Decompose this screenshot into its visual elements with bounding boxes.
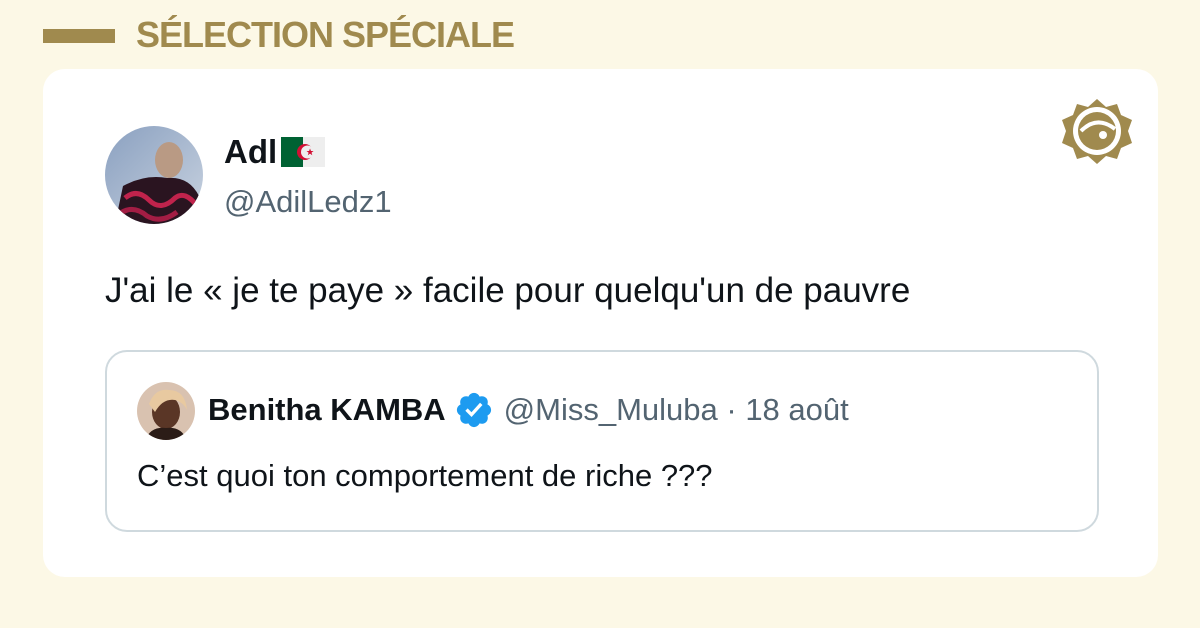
quoted-tweet[interactable]: Benitha KAMBA @Miss_Muluba · 18 août C’e… — [105, 350, 1099, 532]
tweet-card: Adl @AdilLedz1 J'ai le « je te paye » fa… — [43, 69, 1158, 577]
quoted-tweet-text: C’est quoi ton comportement de riche ??? — [137, 458, 713, 493]
tweet-text: J'ai le « je te paye » facile pour quelq… — [105, 271, 911, 310]
algeria-flag-icon — [281, 137, 326, 167]
header-accent-bar — [43, 29, 115, 43]
brand-logo-icon — [1059, 93, 1135, 169]
verified-badge-icon — [456, 392, 491, 428]
quoted-author-avatar[interactable] — [137, 382, 195, 440]
author-handle[interactable]: @AdilLedz1 — [224, 184, 392, 220]
quoted-header: Benitha KAMBA @Miss_Muluba · 18 août — [208, 390, 849, 430]
author-name[interactable]: Adl — [224, 133, 326, 171]
header-title: SÉLECTION SPÉCIALE — [136, 14, 515, 55]
quoted-handle-date[interactable]: @Miss_Muluba · 18 août — [504, 392, 849, 428]
author-name-text: Adl — [224, 133, 278, 170]
quoted-author-name[interactable]: Benitha KAMBA — [208, 392, 446, 428]
author-avatar[interactable] — [105, 126, 203, 224]
